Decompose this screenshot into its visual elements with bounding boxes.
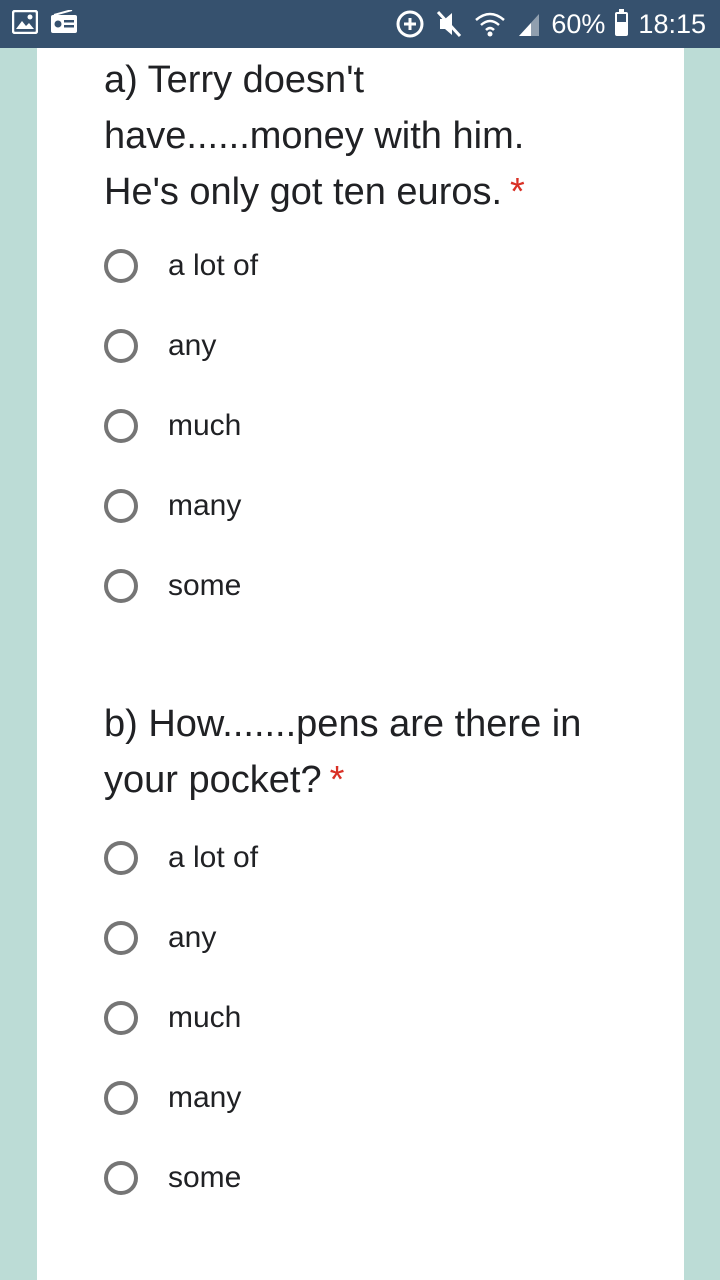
radio-button[interactable] — [104, 489, 138, 523]
option-b-many[interactable]: many — [104, 1076, 241, 1120]
status-bar: 60% 18:15 — [0, 0, 720, 48]
question-title-line: b) How.......pens are there in — [104, 703, 582, 745]
option-label: a lot of — [168, 841, 259, 874]
radio-button[interactable] — [104, 1161, 138, 1195]
question-title-line: He's only got ten euros. * — [104, 171, 525, 213]
option-label: many — [168, 489, 242, 522]
question-title-line: have......money with him. — [104, 115, 525, 157]
option-a-much[interactable]: much — [104, 404, 241, 448]
option-a-some[interactable]: some — [104, 564, 241, 608]
option-label: many — [168, 1081, 242, 1114]
question-title-line: your pocket? * — [104, 759, 345, 801]
radio-button[interactable] — [104, 249, 138, 283]
radio-button[interactable] — [104, 841, 138, 875]
option-b-a-lot-of[interactable]: a lot of — [104, 836, 258, 880]
notification-icons — [12, 10, 78, 34]
signal-icon — [519, 14, 540, 36]
battery-level-fill — [617, 22, 627, 34]
question-a-title: a) Terry doesn't have......money with hi… — [104, 52, 624, 220]
clock: 18:15 — [638, 9, 706, 39]
option-b-some[interactable]: some — [104, 1156, 241, 1200]
radio-icon — [51, 10, 77, 33]
option-label: some — [168, 1161, 242, 1194]
question-b-title: b) How.......pens are there in your pock… — [104, 696, 644, 808]
radio-button[interactable] — [104, 569, 138, 603]
form-card: a) Terry doesn't have......money with hi… — [37, 48, 684, 1280]
option-label: much — [168, 409, 242, 442]
option-label: much — [168, 1001, 242, 1034]
radio-button[interactable] — [104, 1001, 138, 1035]
wifi-icon — [475, 12, 506, 37]
radio-button[interactable] — [104, 921, 138, 955]
option-label: some — [168, 569, 242, 602]
option-label: any — [168, 329, 217, 362]
option-label: any — [168, 921, 217, 954]
option-a-a-lot-of[interactable]: a lot of — [104, 244, 258, 288]
battery-percent: 60% — [551, 9, 606, 39]
option-a-any[interactable]: any — [104, 324, 216, 368]
gallery-icon — [12, 10, 38, 34]
mute-icon — [437, 10, 462, 38]
question-title-line: a) Terry doesn't — [104, 59, 365, 101]
radio-button[interactable] — [104, 409, 138, 443]
required-asterisk: * — [329, 759, 345, 801]
option-a-many[interactable]: many — [104, 484, 241, 528]
radio-button[interactable] — [104, 1081, 138, 1115]
option-b-any[interactable]: any — [104, 916, 216, 960]
system-icons: 60% 18:15 — [395, 6, 706, 42]
data-saver-icon — [396, 10, 424, 38]
option-label: a lot of — [168, 249, 259, 282]
option-b-much[interactable]: much — [104, 996, 241, 1040]
battery-icon — [615, 9, 629, 36]
radio-button[interactable] — [104, 329, 138, 363]
required-asterisk: * — [510, 171, 525, 213]
